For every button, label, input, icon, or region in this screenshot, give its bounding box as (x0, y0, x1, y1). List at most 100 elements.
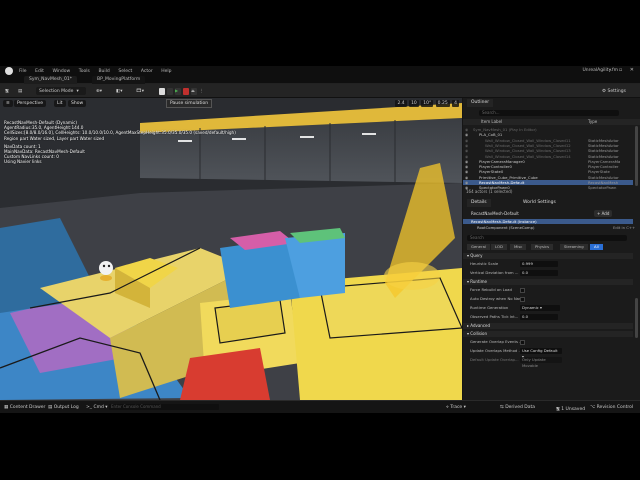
menu-tools[interactable]: Tools (79, 69, 90, 74)
viewport-menu-icon[interactable]: ≡ (3, 100, 13, 107)
selection-mode-dropdown[interactable]: Selection Mode ▾ (36, 87, 86, 95)
tab-level[interactable]: Sym_NavMesh_01* (24, 76, 78, 84)
settings-label: Settings (607, 88, 626, 94)
column-item-label[interactable]: Item Label (481, 119, 502, 124)
derived-data-button[interactable]: ⇆ Derived Data (500, 405, 535, 410)
menu-window[interactable]: Window (52, 69, 70, 74)
prop-label: Vertical Deviation from ... (470, 270, 519, 275)
level-viewport[interactable]: ≡ Perspective Lit Show 2.4 10 10° 0.25 4… (0, 98, 462, 400)
section-query[interactable]: ▾ Query (463, 253, 633, 259)
rotation-snap-readout[interactable]: 10° (421, 100, 434, 107)
section-collision[interactable]: ▾ Collision (463, 331, 633, 337)
grid-size-readout[interactable]: 10 (409, 100, 419, 107)
viewport-snap-settings: 2.4 10 10° 0.25 4 (394, 100, 459, 107)
world-settings-tab[interactable]: World Settings (519, 199, 560, 207)
component-root-row[interactable]: RecastNavMesh-Default (Instance) (463, 219, 633, 225)
menu-help[interactable]: Help (161, 69, 171, 74)
stop-button[interactable] (183, 87, 189, 95)
play-controls: ▶ ⏏ ⋮ (159, 87, 204, 95)
quick-add-icon[interactable]: ⊕▾ (96, 87, 102, 95)
filter-misc[interactable]: Misc (510, 244, 527, 250)
more-options-icon[interactable]: ⋮ (199, 89, 204, 94)
add-label: Add (601, 211, 610, 216)
force-rebuild-checkbox[interactable] (520, 287, 525, 293)
heuristic-scale-input[interactable]: 0.999 (520, 261, 558, 267)
debug-line: CellSizes:[8.0/8.0/16.0], CellHeights: 1… (4, 130, 236, 136)
scale-snap-readout[interactable]: 0.25 (435, 100, 450, 107)
lit-button[interactable]: Lit (54, 100, 66, 107)
update-overlaps-dropdown[interactable]: Use Config Default ▾ (520, 348, 562, 359)
prop-row: Generate Overlap Events ... (463, 338, 633, 346)
menu-edit[interactable]: Edit (35, 69, 44, 74)
component-child-label: RootComponent (SceneComp) (477, 225, 535, 230)
runtime-generation-value: Dynamic (522, 305, 539, 310)
prop-row: Auto Destroy when No Nav... (463, 295, 633, 303)
blueprint-icon[interactable]: ◧▾ (116, 87, 123, 95)
menu-file[interactable]: File (19, 69, 27, 74)
details-search-input[interactable]: Search (467, 235, 627, 241)
console-command-input[interactable]: Enter Console Command (109, 404, 219, 410)
cmd-dropdown[interactable]: >_ Cmd ▾ (86, 405, 108, 410)
filter-physics[interactable]: Physics (531, 244, 554, 250)
derived-data-label: Derived Data (505, 405, 536, 410)
save-icon[interactable]: 🖫 (5, 87, 9, 95)
update-overlaps-value: Use Config Default (522, 348, 558, 353)
viewport-toolbar: ≡ Perspective Lit Show 2.4 10 10° 0.25 4 (0, 100, 462, 108)
prop-row: Observed Paths Tick Int... 0.0 (463, 313, 633, 321)
output-log-button[interactable]: ▤ Output Log (48, 405, 79, 410)
snap-grid-readout[interactable]: 2.4 (395, 100, 407, 107)
section-advanced[interactable]: ▸ Advanced (463, 323, 633, 329)
runtime-generation-dropdown[interactable]: Dynamic ▾ (520, 305, 560, 311)
unsaved-label: 1 Unsaved (561, 407, 586, 412)
tab-blueprint[interactable]: BP_MovingPlatform (92, 76, 146, 84)
component-child-row[interactable]: RootComponent (SceneComp) Edit in C++ (463, 225, 635, 230)
filter-lod[interactable]: LOD (491, 244, 507, 250)
eject-icon[interactable]: ⏏ (191, 87, 197, 95)
prop-label: Update Overlaps Method ... (470, 348, 523, 353)
outliner-search-input[interactable]: Search... (479, 110, 619, 116)
right-panel: Outliner Search... Item Label Type ◉ Sym_… (463, 98, 640, 400)
default-update-overlap-dropdown[interactable]: Only Update Movable (520, 357, 562, 368)
camera-speed-readout[interactable]: 4 (452, 100, 459, 107)
gear-icon: ⚙ (602, 88, 607, 94)
menu-actor[interactable]: Actor (141, 69, 153, 74)
add-component-button[interactable]: + Add (594, 210, 613, 217)
prop-row: Vertical Deviation from ... 0.0 (463, 269, 633, 277)
outliner-tab[interactable]: Outliner (467, 99, 494, 107)
settings-button[interactable]: ⚙ Settings (602, 87, 626, 95)
show-label: Show (71, 101, 84, 106)
edit-in-cpp-link[interactable]: Edit in C++ (613, 225, 635, 230)
unreal-logo-icon[interactable] (5, 67, 13, 75)
filter-all[interactable]: All (590, 244, 603, 250)
cmd-label: Cmd (93, 405, 104, 410)
auto-destroy-checkbox[interactable] (520, 296, 525, 302)
show-button[interactable]: Show (68, 100, 87, 107)
unsaved-button[interactable]: 🖫 1 Unsaved (556, 405, 585, 413)
play-icon[interactable]: ▶ (175, 87, 181, 95)
prop-row: Heuristic Scale 0.999 (463, 260, 633, 268)
column-type[interactable]: Type (588, 119, 597, 124)
section-runtime[interactable]: ▾ Runtime (463, 279, 633, 285)
generate-overlap-checkbox[interactable] (520, 339, 525, 345)
menu-bar: File Edit Window Tools Build Select Acto… (19, 68, 179, 74)
observed-paths-input[interactable]: 0.0 (520, 314, 558, 320)
perspective-button[interactable]: Perspective (14, 100, 47, 107)
unreal-editor-window: File Edit Window Tools Build Select Acto… (0, 66, 640, 413)
vertical-deviation-input[interactable]: 0.0 (520, 270, 558, 276)
content-drawer-button[interactable]: ▦ Content Drawer (4, 405, 45, 410)
menu-select[interactable]: Select (118, 69, 132, 74)
menu-build[interactable]: Build (98, 69, 109, 74)
pause-button[interactable] (159, 87, 165, 95)
window-controls[interactable]: – ▫ ✕ (609, 67, 637, 73)
trace-button[interactable]: ⋄ Trace ▾ (446, 405, 466, 410)
filter-streaming[interactable]: Streaming (560, 244, 588, 250)
modes-icon[interactable]: ▤ (18, 87, 22, 95)
cinematics-icon[interactable]: 🎞▾ (136, 87, 144, 95)
lit-label: Lit (57, 101, 63, 106)
filter-general[interactable]: General (467, 244, 490, 250)
details-scrollbar[interactable] (635, 298, 638, 338)
step-button[interactable] (167, 87, 173, 95)
details-tab[interactable]: Details (467, 199, 491, 207)
outliner-scrollbar[interactable] (635, 126, 638, 186)
revision-control-button[interactable]: ⌥ Revision Control (590, 405, 633, 410)
